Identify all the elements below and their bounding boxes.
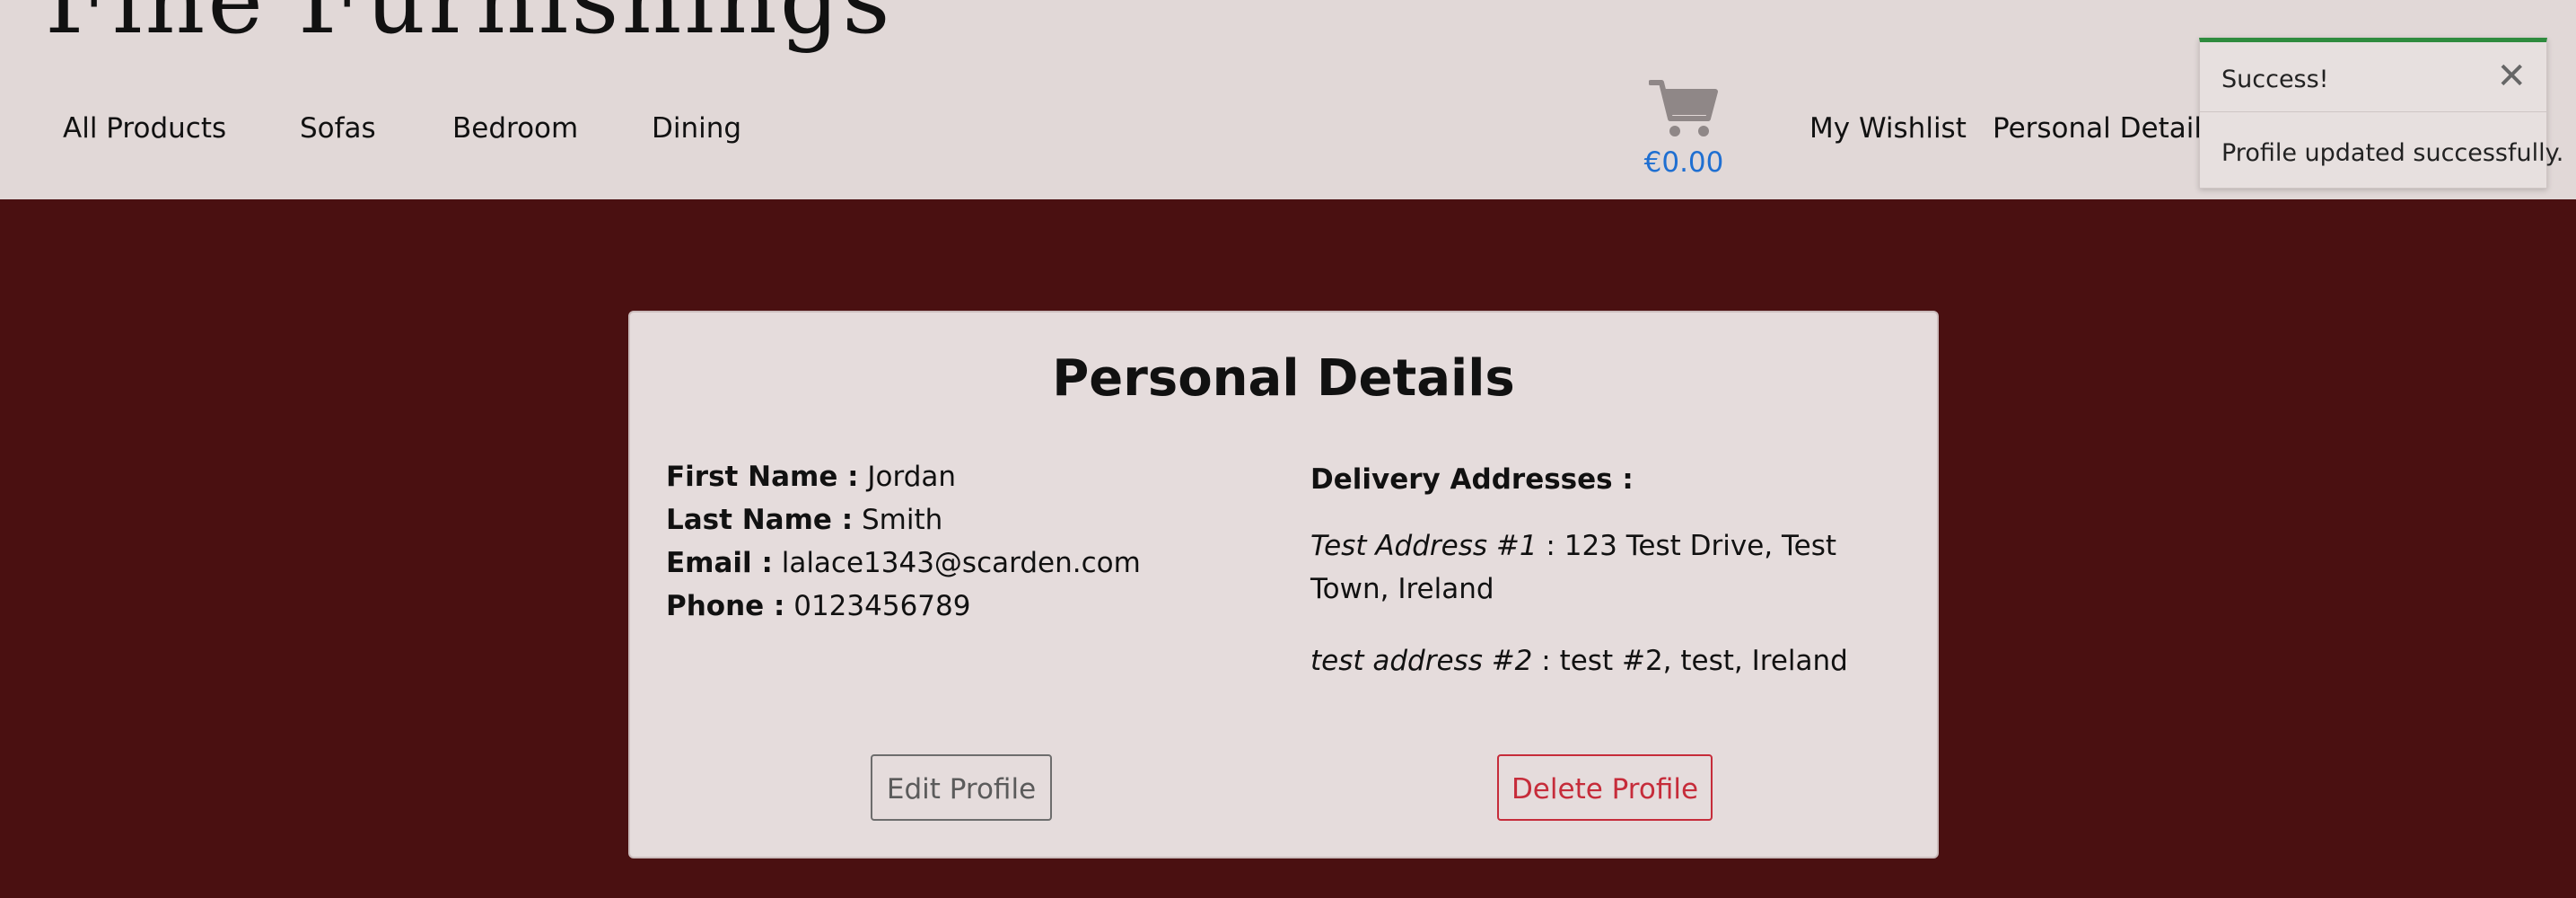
nav-all-products[interactable]: All Products <box>63 115 226 143</box>
toast-message: Profile updated successfully. <box>2221 139 2564 167</box>
shopping-cart-icon <box>1649 80 1718 136</box>
last-name-value: Smith <box>861 504 943 536</box>
site-header: Fine Furnishings All Products Sofas Bedr… <box>0 0 2576 199</box>
toast-title: Success! <box>2221 66 2329 93</box>
personal-details-card: Personal Details First Name : Jordan Las… <box>628 311 1939 858</box>
address-detail: test #2, test, Ireland <box>1559 645 1848 677</box>
nav-bedroom[interactable]: Bedroom <box>452 115 578 143</box>
address-separator: : <box>1532 645 1560 677</box>
phone-row: Phone : 0123456789 <box>666 593 970 621</box>
cart-total: €0.00 <box>1643 146 1724 179</box>
nav-sofas[interactable]: Sofas <box>300 115 376 143</box>
delete-profile-button[interactable]: Delete Profile <box>1497 754 1713 821</box>
first-name-value: Jordan <box>867 461 957 493</box>
cart-link[interactable]: €0.00 <box>1639 77 1729 177</box>
email-label: Email : <box>666 547 773 579</box>
site-logo[interactable]: Fine Furnishings <box>45 0 893 47</box>
address-name: Test Address #1 <box>1310 530 1538 562</box>
success-toast: Success! ✕ Profile updated successfully. <box>2199 38 2563 189</box>
address-name: test address #2 <box>1310 645 1533 677</box>
first-name-label: First Name : <box>666 461 859 493</box>
email-value: lalace1343@scarden.com <box>781 547 1141 579</box>
first-name-row: First Name : Jordan <box>666 463 956 491</box>
nav-my-wishlist[interactable]: My Wishlist <box>1809 115 1967 143</box>
nav-dining[interactable]: Dining <box>652 115 741 143</box>
email-row: Email : lalace1343@scarden.com <box>666 550 1141 577</box>
address-item: Test Address #1 : 123 Test Drive, Test T… <box>1310 524 1885 611</box>
edit-profile-button[interactable]: Edit Profile <box>871 754 1052 821</box>
address-item: test address #2 : test #2, test, Ireland <box>1310 639 1885 682</box>
nav-personal-details[interactable]: Personal Details <box>1993 115 2216 143</box>
last-name-label: Last Name : <box>666 504 854 536</box>
delivery-addresses-label: Delivery Addresses : <box>1310 463 1634 496</box>
last-name-row: Last Name : Smith <box>666 506 942 534</box>
page-title: Personal Details <box>1052 349 1515 408</box>
close-icon[interactable]: ✕ <box>2496 58 2527 94</box>
address-separator: : <box>1537 530 1564 562</box>
toast-header: Success! ✕ <box>2200 42 2546 112</box>
phone-label: Phone : <box>666 590 785 622</box>
phone-value: 0123456789 <box>793 590 971 622</box>
